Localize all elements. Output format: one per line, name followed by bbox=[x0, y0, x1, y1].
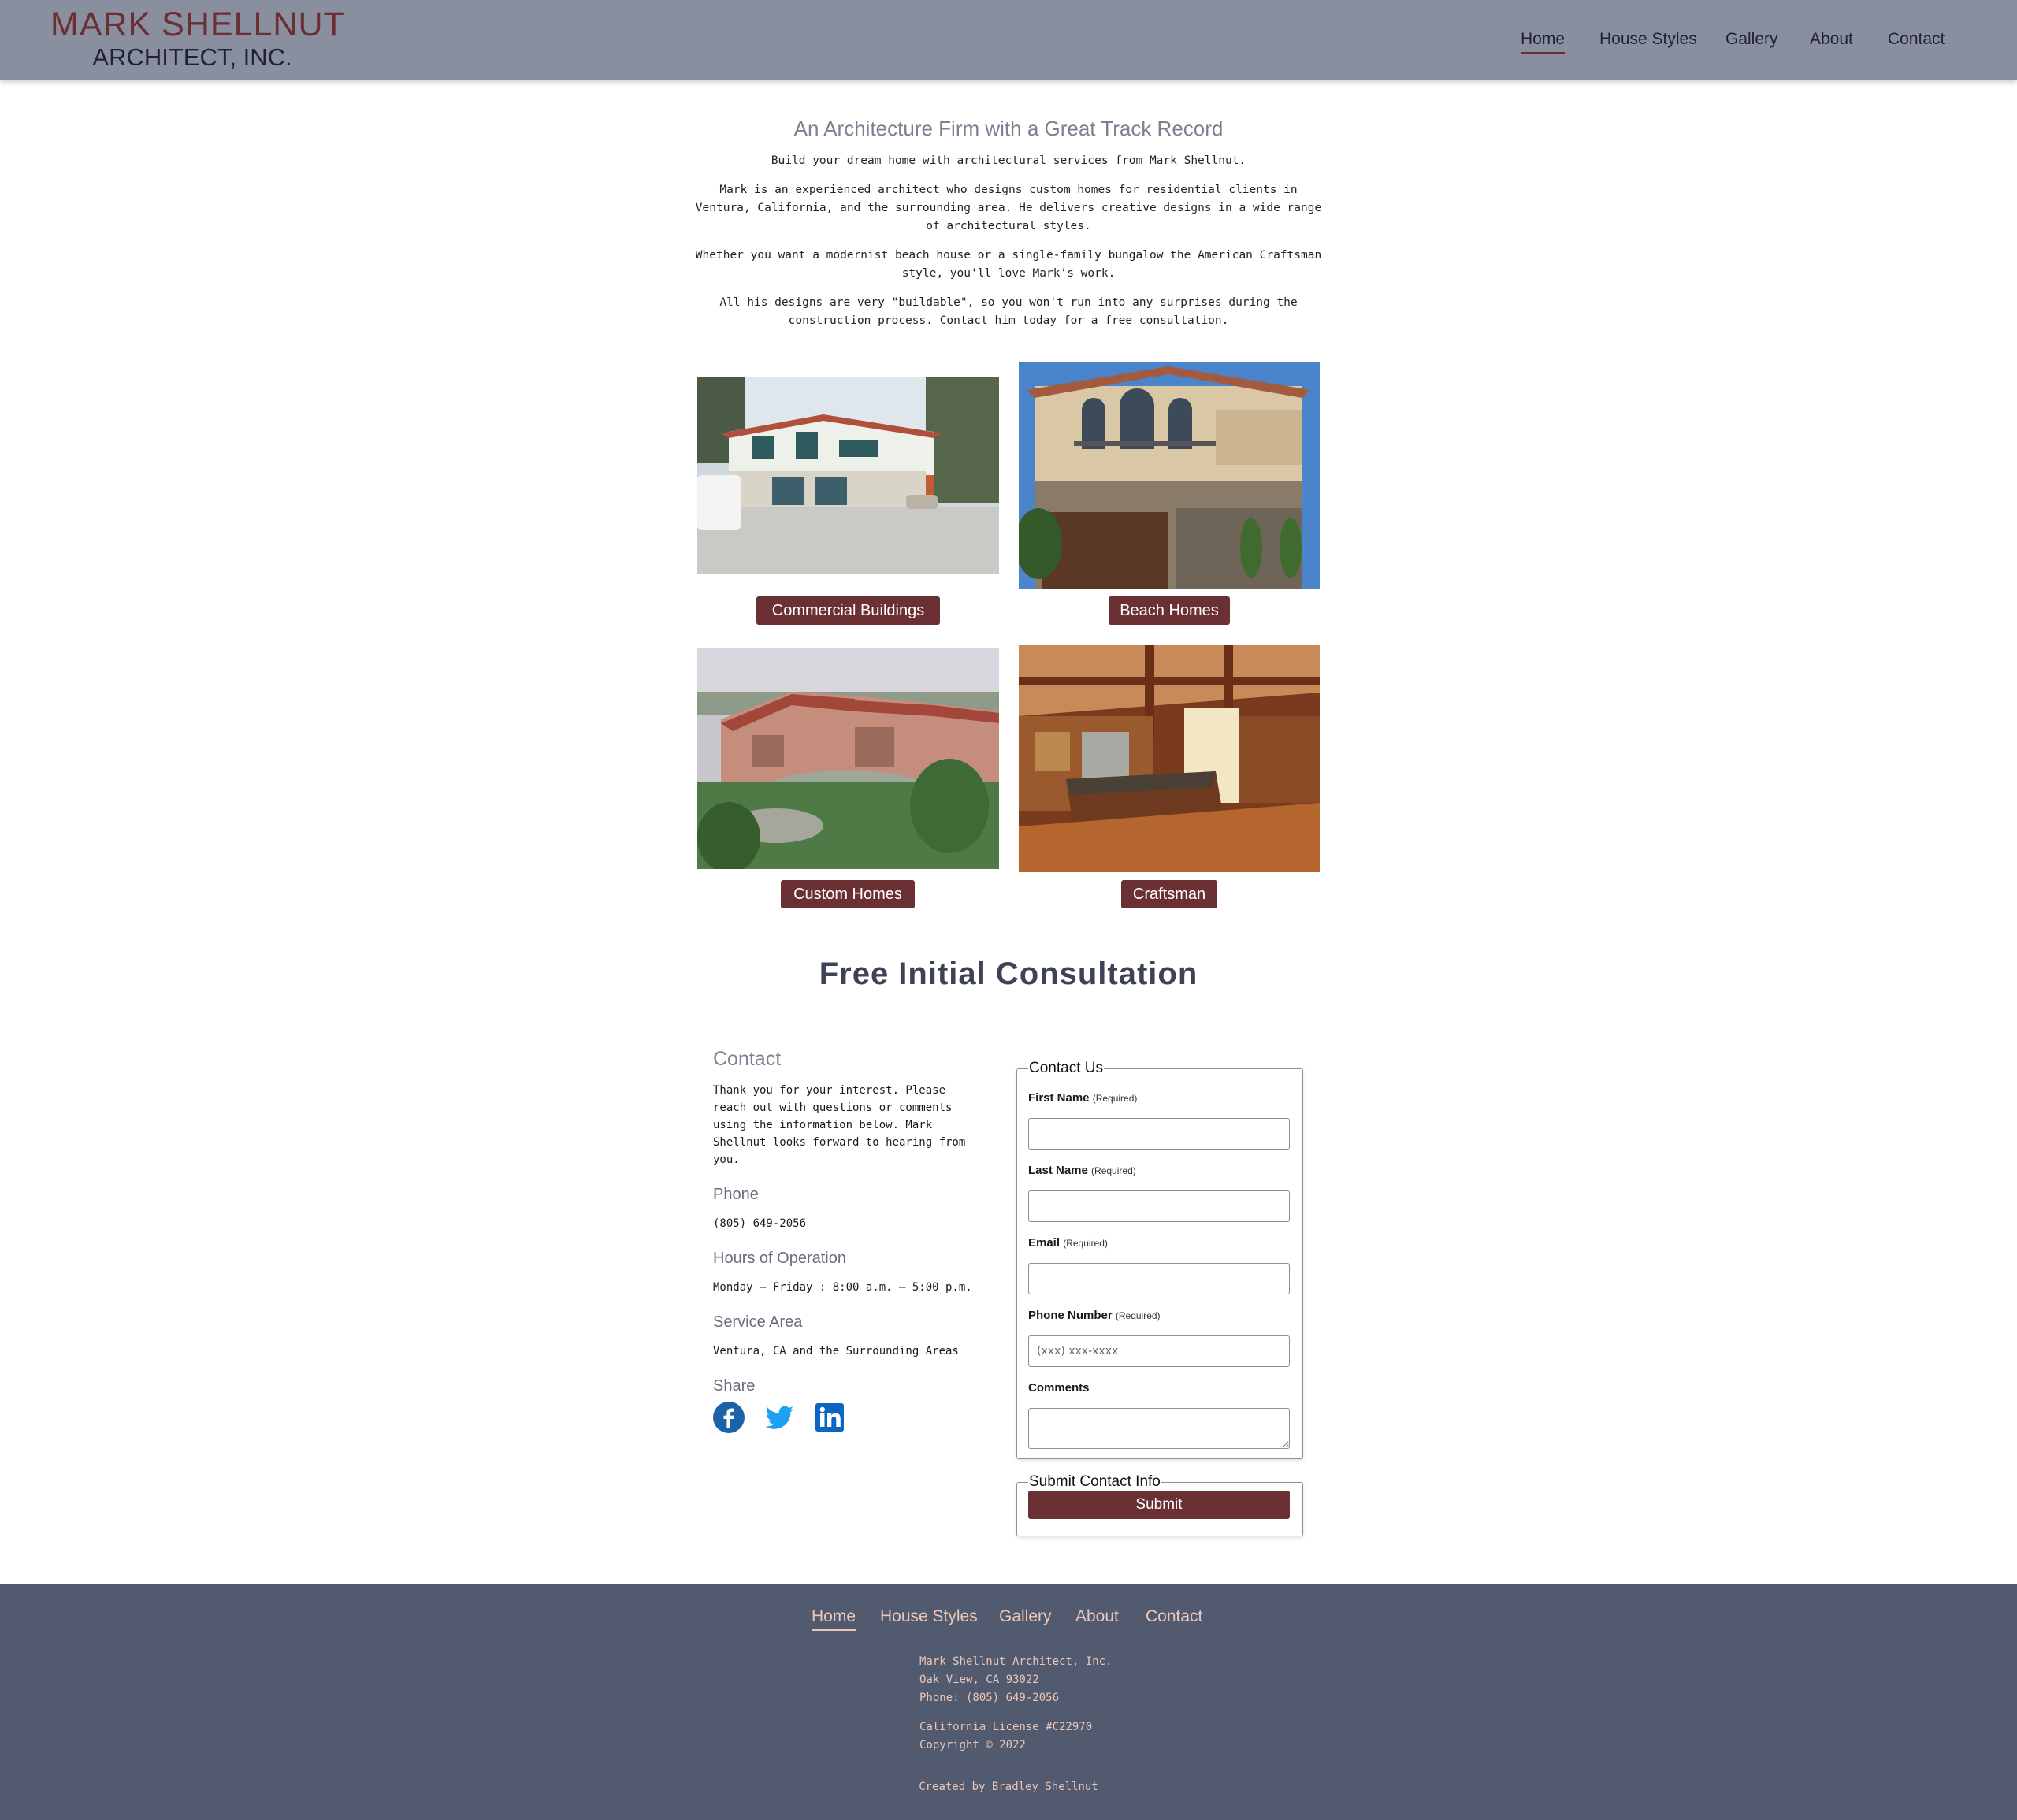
main-nav: Home House Styles Gallery About Contact bbox=[1229, 30, 2017, 61]
share-heading: Share bbox=[713, 1377, 756, 1395]
footer-credit: Created by Bradley Shellnut bbox=[919, 1781, 1098, 1793]
custom-homes-image[interactable] bbox=[697, 648, 999, 869]
footer-company: Mark Shellnut Architect, Inc. bbox=[919, 1655, 1113, 1668]
first-name-field[interactable] bbox=[1028, 1118, 1290, 1150]
footer-copyright: Copyright © 2022 bbox=[919, 1739, 1026, 1751]
comments-label: Comments bbox=[1028, 1381, 1090, 1395]
contact-intro: Thank you for your interest. Please reac… bbox=[713, 1084, 966, 1166]
last-name-label: Last Name (Required) bbox=[1028, 1164, 1136, 1177]
intro-contact-link[interactable]: Contact bbox=[940, 314, 988, 327]
email-field[interactable] bbox=[1028, 1263, 1290, 1294]
intro-p4-text-end: him today for a free consultation. bbox=[994, 314, 1229, 327]
last-name-field[interactable] bbox=[1028, 1190, 1290, 1222]
footer-phone: Phone: (805) 649-2056 bbox=[919, 1692, 1060, 1704]
intro-paragraph-4: All his designs are very "buildable", so… bbox=[693, 294, 1324, 330]
service-area-heading: Service Area bbox=[713, 1313, 803, 1331]
nav-house-styles[interactable]: House Styles bbox=[1599, 30, 1697, 52]
intro-paragraph-3: Whether you want a modernist beach house… bbox=[695, 249, 1322, 280]
site-footer: Home House Styles Gallery About Contact … bbox=[0, 1584, 2017, 1820]
intro-paragraph-2: Mark is an experienced architect who des… bbox=[695, 184, 1322, 232]
nav-about[interactable]: About bbox=[1810, 30, 1853, 52]
footer-city: Oak View, CA 93022 bbox=[919, 1673, 1039, 1686]
phone-link[interactable]: (805) 649-2056 bbox=[713, 1217, 806, 1230]
comments-field[interactable] bbox=[1028, 1408, 1290, 1449]
beach-homes-button[interactable]: Beach Homes bbox=[1109, 596, 1230, 625]
contact-heading: Contact bbox=[713, 1048, 782, 1070]
intro-section: An Architecture Firm with a Great Track … bbox=[693, 117, 1324, 341]
contact-info: Contact Thank you for your interest. Ple… bbox=[713, 1048, 973, 1433]
footer-nav-gallery[interactable]: Gallery bbox=[999, 1607, 1052, 1629]
twitter-icon[interactable] bbox=[763, 1402, 795, 1433]
phone-number-field[interactable] bbox=[1028, 1335, 1290, 1367]
craftsman-image[interactable] bbox=[1019, 645, 1320, 872]
footer-info: Mark Shellnut Architect, Inc. Oak View, … bbox=[919, 1653, 1235, 1755]
site-header: MARK SHELLNUT ARCHITECT, INC. Home House… bbox=[0, 0, 2017, 80]
phone-heading: Phone bbox=[713, 1186, 759, 1203]
hours-text: Monday — Friday : 8:00 a.m. – 5:00 p.m. bbox=[713, 1281, 972, 1294]
facebook-icon[interactable] bbox=[713, 1402, 745, 1433]
footer-nav-about[interactable]: About bbox=[1075, 1607, 1119, 1629]
craftsman-button[interactable]: Craftsman bbox=[1121, 880, 1217, 908]
logo-name[interactable]: MARK SHELLNUT bbox=[50, 8, 344, 42]
nav-home[interactable]: Home bbox=[1521, 30, 1566, 54]
first-name-label: First Name (Required) bbox=[1028, 1091, 1138, 1105]
footer-license: California License #C22970 bbox=[919, 1721, 1093, 1733]
commercial-buildings-image[interactable] bbox=[697, 377, 999, 574]
contact-form-legend: Contact Us bbox=[1029, 1060, 1103, 1076]
beach-homes-image[interactable] bbox=[1019, 362, 1320, 589]
submit-legend: Submit Contact Info bbox=[1029, 1473, 1161, 1490]
custom-homes-button[interactable]: Custom Homes bbox=[781, 880, 915, 908]
submit-fieldset: Submit Contact Info Submit bbox=[1016, 1473, 1303, 1536]
social-links bbox=[713, 1402, 973, 1433]
consultation-title: Free Initial Consultation bbox=[819, 956, 1198, 991]
nav-gallery[interactable]: Gallery bbox=[1725, 30, 1778, 52]
intro-heading: An Architecture Firm with a Great Track … bbox=[793, 117, 1224, 140]
footer-nav-contact[interactable]: Contact bbox=[1146, 1607, 1202, 1629]
intro-paragraph-1: Build your dream home with architectural… bbox=[771, 154, 1246, 167]
contact-form: Contact Us First Name (Required) Last Na… bbox=[1016, 1060, 1303, 1459]
submit-button[interactable]: Submit bbox=[1028, 1491, 1290, 1519]
footer-nav-home[interactable]: Home bbox=[812, 1607, 856, 1631]
footer-nav-house-styles[interactable]: House Styles bbox=[880, 1607, 978, 1629]
phone-number-label: Phone Number (Required) bbox=[1028, 1309, 1161, 1322]
email-label: Email (Required) bbox=[1028, 1236, 1108, 1250]
nav-contact[interactable]: Contact bbox=[1888, 30, 1945, 52]
hours-heading: Hours of Operation bbox=[713, 1250, 846, 1267]
linkedin-icon[interactable] bbox=[814, 1402, 845, 1433]
footer-nav: Home House Styles Gallery About Contact bbox=[0, 1607, 2017, 1639]
service-area-text: Ventura, CA and the Surrounding Areas bbox=[713, 1345, 959, 1358]
logo-subtitle[interactable]: ARCHITECT, INC. bbox=[50, 45, 334, 69]
site-logo[interactable]: MARK SHELLNUT ARCHITECT, INC. bbox=[50, 8, 344, 70]
commercial-buildings-button[interactable]: Commercial Buildings bbox=[756, 596, 940, 625]
